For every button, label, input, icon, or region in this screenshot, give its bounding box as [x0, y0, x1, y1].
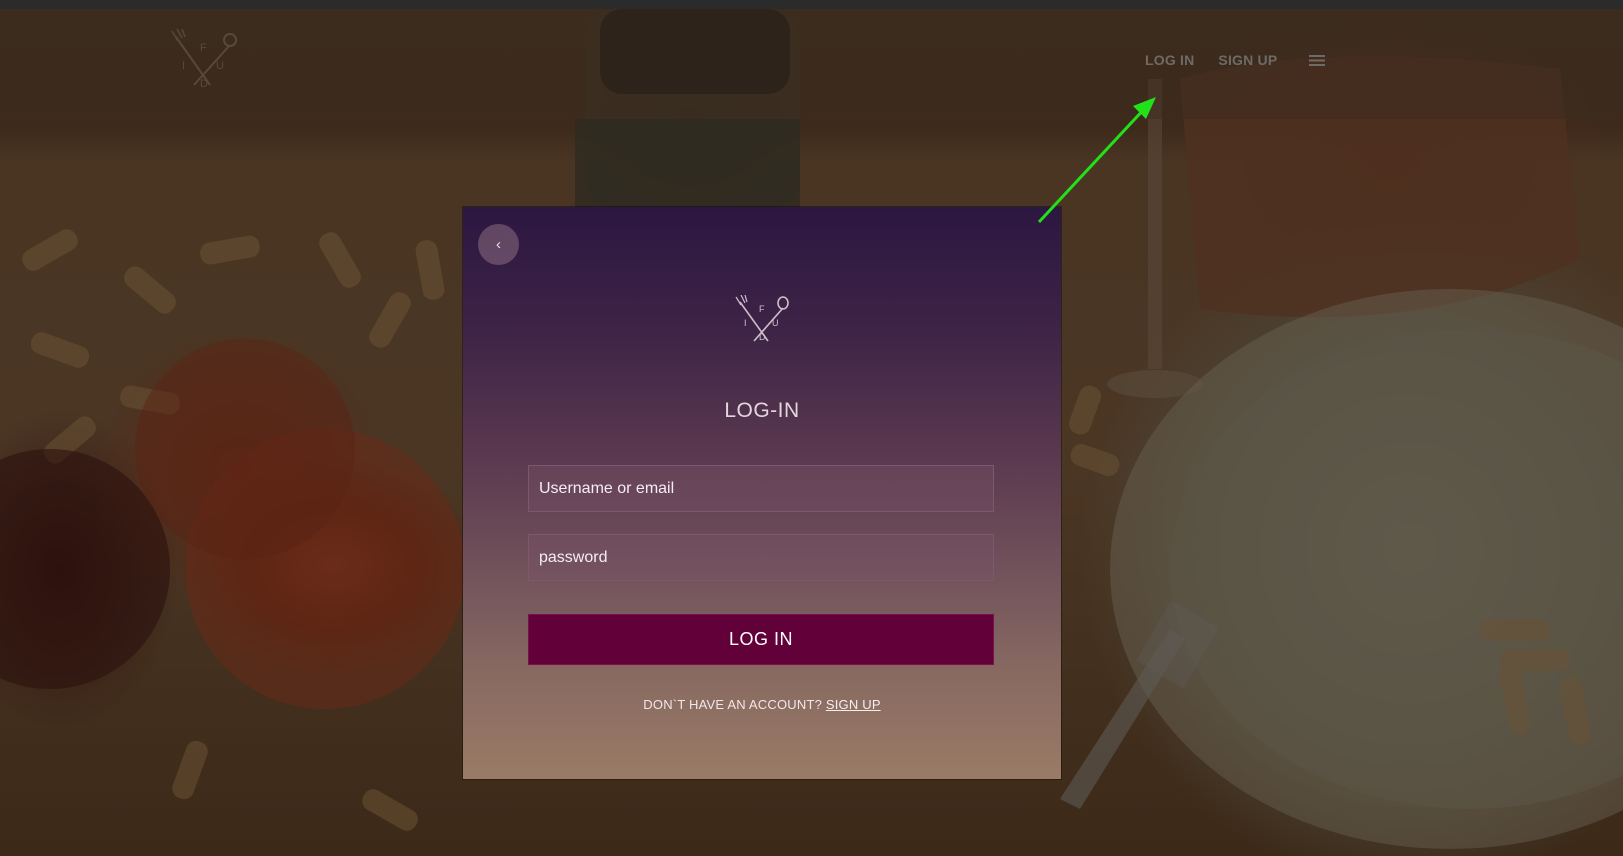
- login-submit-button[interactable]: LOG IN: [528, 614, 994, 665]
- modal-logo-letter-u: U: [772, 318, 779, 328]
- logo-letter-u: U: [216, 60, 224, 72]
- nav-login-link[interactable]: LOG IN: [1145, 52, 1194, 68]
- nav-signup-link[interactable]: SIGN UP: [1218, 52, 1277, 68]
- back-button[interactable]: ‹: [478, 224, 519, 265]
- modal-logo: F I U D: [735, 295, 789, 342]
- hamburger-menu-icon[interactable]: [1309, 54, 1326, 67]
- logo-letter-i: I: [182, 60, 185, 72]
- modal-logo-letter-i: I: [744, 318, 747, 328]
- modal-logo-letter-f: F: [759, 304, 765, 314]
- modal-logo-letter-d: D: [759, 332, 766, 342]
- signup-link[interactable]: SIGN UP: [826, 697, 881, 712]
- login-modal: ‹ F I U D LOG-IN LOG IN DON`T HAVE AN AC…: [463, 207, 1061, 779]
- browser-top-strip: [0, 0, 1623, 9]
- logo-letter-f: F: [200, 42, 207, 54]
- site-header: F I U D LOG IN SIGN UP: [0, 9, 1623, 119]
- no-account-text: DON`T HAVE AN ACCOUNT?: [643, 697, 823, 712]
- logo-letter-d: D: [200, 78, 208, 90]
- modal-title: LOG-IN: [724, 399, 800, 422]
- password-input[interactable]: [528, 534, 994, 581]
- site-logo[interactable]: F I U D: [170, 29, 240, 93]
- chevron-left-icon: ‹: [496, 236, 501, 253]
- header-nav: LOG IN SIGN UP: [1145, 52, 1326, 68]
- username-input[interactable]: [528, 465, 994, 512]
- signup-prompt: DON`T HAVE AN ACCOUNT? SIGN UP: [463, 697, 1061, 712]
- login-page: F I U D LOG IN SIGN UP ‹ F I U D LOG-IN …: [0, 0, 1623, 856]
